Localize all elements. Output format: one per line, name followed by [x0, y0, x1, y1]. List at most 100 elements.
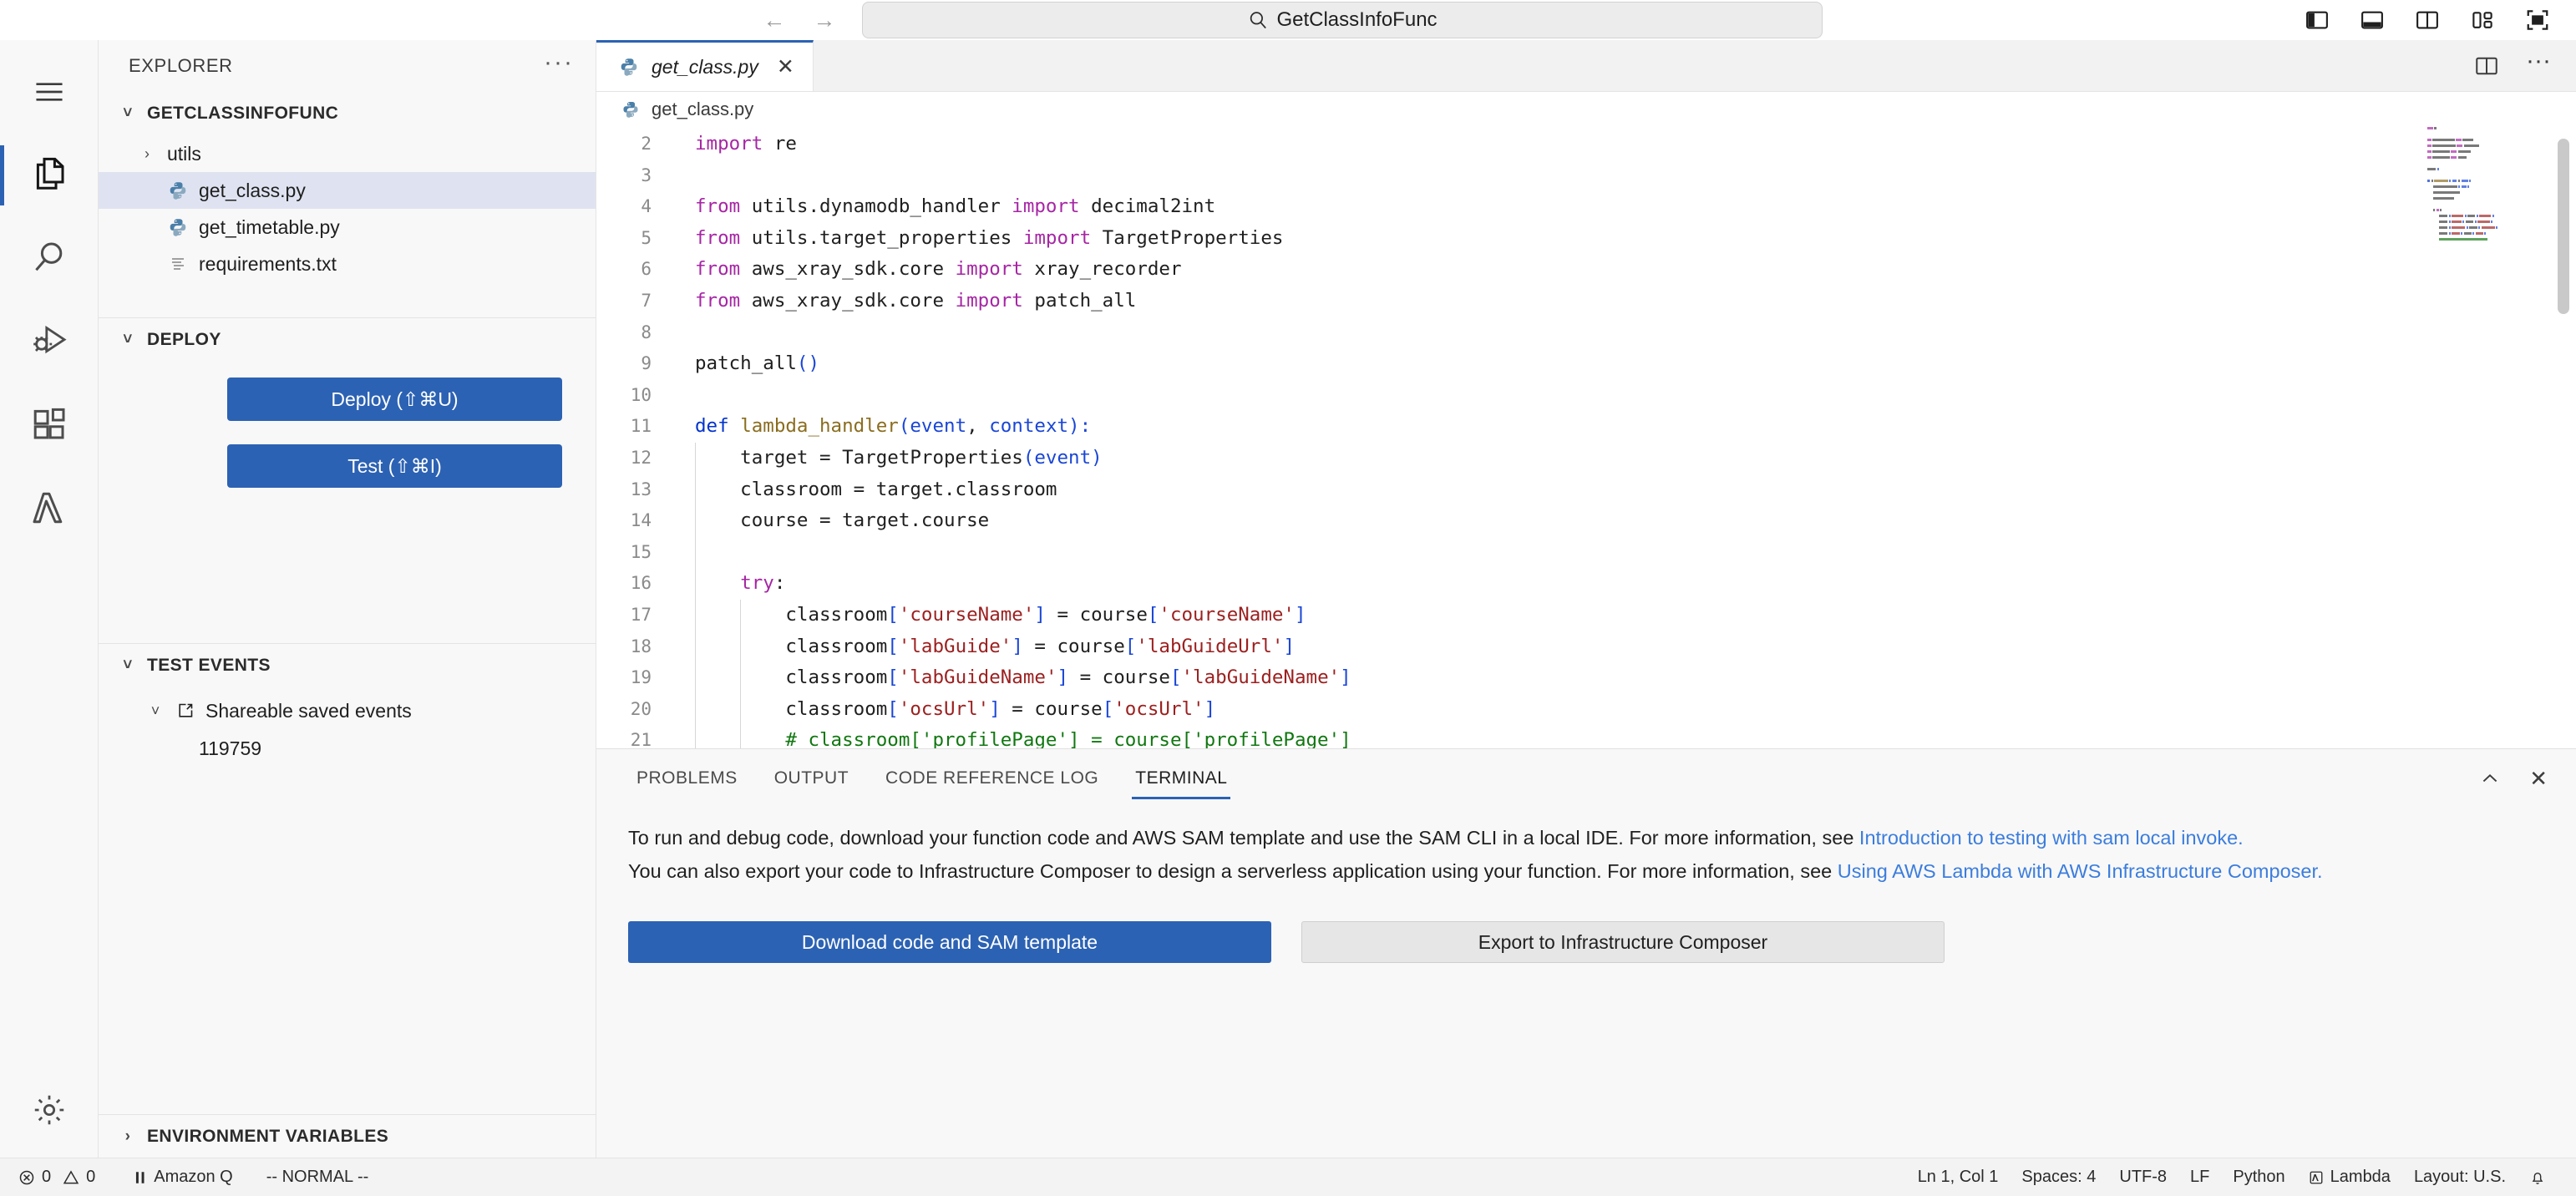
sidebar-item-lambda[interactable]: [0, 468, 99, 551]
chevron-down-icon: ˅: [150, 702, 160, 719]
code-line[interactable]: 5 from utils.target_properties import Tar…: [596, 223, 2576, 255]
line-number: 10: [630, 384, 652, 405]
download-code-button[interactable]: Download code and SAM template: [628, 921, 1271, 963]
deploy-button[interactable]: Deploy (⇧⌘U): [227, 378, 562, 421]
status-eol[interactable]: LF: [2178, 1158, 2221, 1196]
code-token: from: [695, 258, 741, 281]
code-text: classroom['courseName'] = course['course…: [673, 599, 1306, 631]
status-cursor-position[interactable]: Ln 1, Col 1: [1906, 1158, 2011, 1196]
chevron-up-icon[interactable]: [2479, 768, 2501, 789]
code-line[interactable]: 18 classroom['labGuide'] = course['labGu…: [596, 631, 2576, 663]
code-lines[interactable]: 2 import re 3 4 from utils.dynamodb_handler …: [596, 127, 2576, 748]
sidebar-item-extensions[interactable]: [0, 384, 99, 468]
tree-item-requirements-txt[interactable]: requirements.txt: [99, 246, 596, 282]
status-encoding[interactable]: UTF-8: [2107, 1158, 2178, 1196]
code-line[interactable]: 20 classroom['ocsUrl'] = course['ocsUrl'…: [596, 693, 2576, 726]
toggle-panel-icon[interactable]: [2357, 5, 2387, 35]
link-sam-local-invoke[interactable]: Introduction to testing with sam local i…: [1859, 827, 2244, 849]
arrow-left-icon[interactable]: ←: [760, 6, 789, 34]
tree-item-utils[interactable]: › utils: [99, 135, 596, 172]
code-line[interactable]: 21 # classroom['profilePage'] = course['…: [596, 725, 2576, 748]
manage-settings-button[interactable]: [0, 1066, 99, 1158]
status-errors-warnings[interactable]: 0 0: [15, 1158, 107, 1196]
code-line[interactable]: 6 from aws_xray_sdk.core import xray_reco…: [596, 254, 2576, 286]
code-editor[interactable]: 2 import re 3 4 from utils.dynamodb_handler …: [596, 127, 2576, 748]
arrow-right-icon[interactable]: →: [810, 6, 839, 34]
code-token: ]: [1034, 603, 1046, 626]
code-line[interactable]: 14 course = target.course: [596, 505, 2576, 537]
tab-get-class-py[interactable]: get_class.py ✕: [596, 40, 814, 91]
code-line[interactable]: 11 def lambda_handler(event, context):: [596, 411, 2576, 443]
more-actions-icon[interactable]: ···: [2526, 48, 2551, 76]
code-line[interactable]: 3: [596, 160, 2576, 192]
close-icon[interactable]: ✕: [777, 56, 794, 78]
code-token: classroom = target.classroom: [695, 478, 1057, 500]
tab-problems[interactable]: PROBLEMS: [618, 749, 756, 808]
test-event-item[interactable]: 119759: [99, 730, 596, 767]
export-composer-button[interactable]: Export to Infrastructure Composer: [1301, 921, 1945, 963]
tree-item-get-class-py[interactable]: get_class.py: [99, 172, 596, 209]
toggle-primary-sidebar-icon[interactable]: [2302, 5, 2332, 35]
warning-icon: [63, 1169, 79, 1186]
status-language-mode[interactable]: Python: [2221, 1158, 2296, 1196]
code-line[interactable]: 10: [596, 380, 2576, 412]
line-number: 17: [630, 604, 652, 625]
code-text: classroom['ocsUrl'] = course['ocsUrl']: [673, 693, 1215, 726]
status-indentation[interactable]: Spaces: 4: [2010, 1158, 2107, 1196]
code-line[interactable]: 8: [596, 317, 2576, 349]
chevron-down-icon: ˅: [123, 330, 133, 348]
code-text: from aws_xray_sdk.core import xray_recor…: [673, 254, 1182, 286]
test-events-group[interactable]: ˅ Shareable saved events: [99, 692, 596, 730]
status-vim-mode[interactable]: -- NORMAL --: [255, 1158, 381, 1196]
sidebar-item-explorer[interactable]: [0, 134, 99, 217]
code-line[interactable]: 13 classroom = target.classroom: [596, 474, 2576, 506]
code-line[interactable]: 7 from aws_xray_sdk.core import patch_all: [596, 286, 2576, 317]
code-token: decimal2int: [1079, 195, 1216, 218]
code-token: ]: [1294, 603, 1306, 626]
tab-output[interactable]: OUTPUT: [756, 749, 867, 808]
test-button[interactable]: Test (⇧⌘I): [227, 444, 562, 488]
code-line[interactable]: 4 from utils.dynamodb_handler import deci…: [596, 191, 2576, 223]
code-line[interactable]: 12 target = TargetProperties(event): [596, 442, 2576, 474]
indent-guide: [695, 693, 696, 726]
section-header-explorer[interactable]: ˅ GETCLASSINFOFUNC: [99, 92, 596, 135]
close-icon[interactable]: ✕: [2529, 766, 2548, 792]
code-line[interactable]: 2 import re: [596, 129, 2576, 160]
section-header-environment-variables[interactable]: › ENVIRONMENT VARIABLES: [99, 1114, 596, 1158]
breadcrumb-label: get_class.py: [652, 99, 754, 119]
section-header-test-events[interactable]: ˅ TEST EVENTS: [99, 643, 596, 687]
code-token: def: [695, 415, 729, 438]
status-notifications[interactable]: [2518, 1158, 2558, 1196]
code-line[interactable]: 9 patch_all(): [596, 348, 2576, 380]
toggle-secondary-sidebar-icon[interactable]: [2412, 5, 2442, 35]
editor-scrollbar[interactable]: [2558, 139, 2569, 314]
tab-code-reference-log[interactable]: CODE REFERENCE LOG: [867, 749, 1117, 808]
hamburger-menu-icon[interactable]: [26, 68, 73, 115]
status-amazon-q[interactable]: Amazon Q: [122, 1158, 244, 1196]
split-editor-icon[interactable]: [2474, 53, 2499, 79]
code-token: try: [740, 572, 774, 595]
more-actions-icon[interactable]: ···: [544, 50, 574, 77]
tree-item-get-timetable-py[interactable]: get_timetable.py: [99, 209, 596, 246]
code-line[interactable]: 15: [596, 536, 2576, 569]
status-lambda-connection[interactable]: Lambda: [2297, 1158, 2402, 1196]
code-text: [673, 536, 696, 569]
code-line[interactable]: 19 classroom['labGuideName'] = course['l…: [596, 662, 2576, 694]
command-center[interactable]: GetClassInfoFunc: [862, 2, 1823, 38]
sidebar-item-run-and-debug[interactable]: [0, 301, 99, 384]
status-keyboard-layout[interactable]: Layout: U.S.: [2402, 1158, 2518, 1196]
sidebar-item-search[interactable]: [0, 217, 99, 301]
customize-layout-icon[interactable]: [2467, 5, 2497, 35]
code-line[interactable]: 16 try:: [596, 568, 2576, 600]
fullscreen-icon[interactable]: [2523, 5, 2553, 35]
code-token: context: [989, 415, 1069, 438]
line-number: 14: [630, 510, 652, 531]
section-header-deploy[interactable]: ˅ DEPLOY: [99, 317, 596, 361]
line-number: 7: [641, 290, 652, 311]
tab-terminal[interactable]: TERMINAL: [1117, 749, 1245, 808]
code-text: import re: [673, 129, 797, 160]
code-line[interactable]: 17 classroom['courseName'] = course['cou…: [596, 599, 2576, 631]
breadcrumb[interactable]: get_class.py: [596, 92, 2576, 127]
link-infrastructure-composer[interactable]: Using AWS Lambda with AWS Infrastructure…: [1838, 860, 2323, 882]
indent-guide: [695, 474, 696, 506]
